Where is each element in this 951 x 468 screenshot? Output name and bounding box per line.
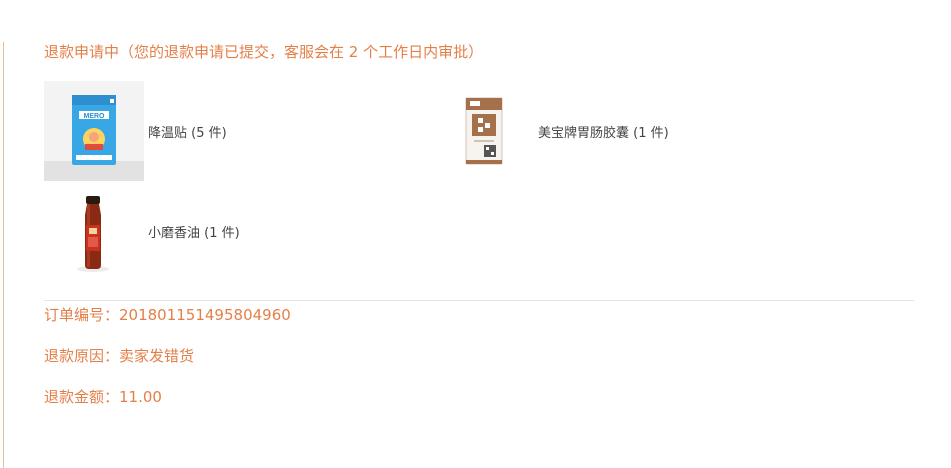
svg-text:MERO: MERO [84,113,106,120]
item-name: 美宝牌胃肠胶囊 (1 件) [538,125,669,141]
refund-item[interactable]: MERO 降温贴 (5 件) [44,81,227,181]
section-divider [44,300,914,301]
refund-amount: 退款金额：11.00 [44,388,162,406]
left-border-line [3,42,4,468]
refund-detail-page: 退款申请中（您的退款申请已提交，客服会在 2 个工作日内审批） MERO 降温贴… [0,0,951,468]
item-name: 小磨香油 (1 件) [148,225,240,241]
item-name: 降温贴 (5 件) [148,125,227,141]
capsule-box-icon [434,81,534,181]
refund-reason: 退款原因：卖家发错货 [44,347,195,365]
order-number: 订单编号：201801151495804960 [44,306,291,324]
cooling-patch-box-icon: MERO [44,81,144,181]
refund-status-title: 退款申请中（您的退款申请已提交，客服会在 2 个工作日内审批） [44,43,484,61]
sesame-oil-bottle-icon [44,181,144,281]
refund-item[interactable]: 小磨香油 (1 件) [44,181,240,281]
refund-item[interactable]: 美宝牌胃肠胶囊 (1 件) [434,81,669,181]
